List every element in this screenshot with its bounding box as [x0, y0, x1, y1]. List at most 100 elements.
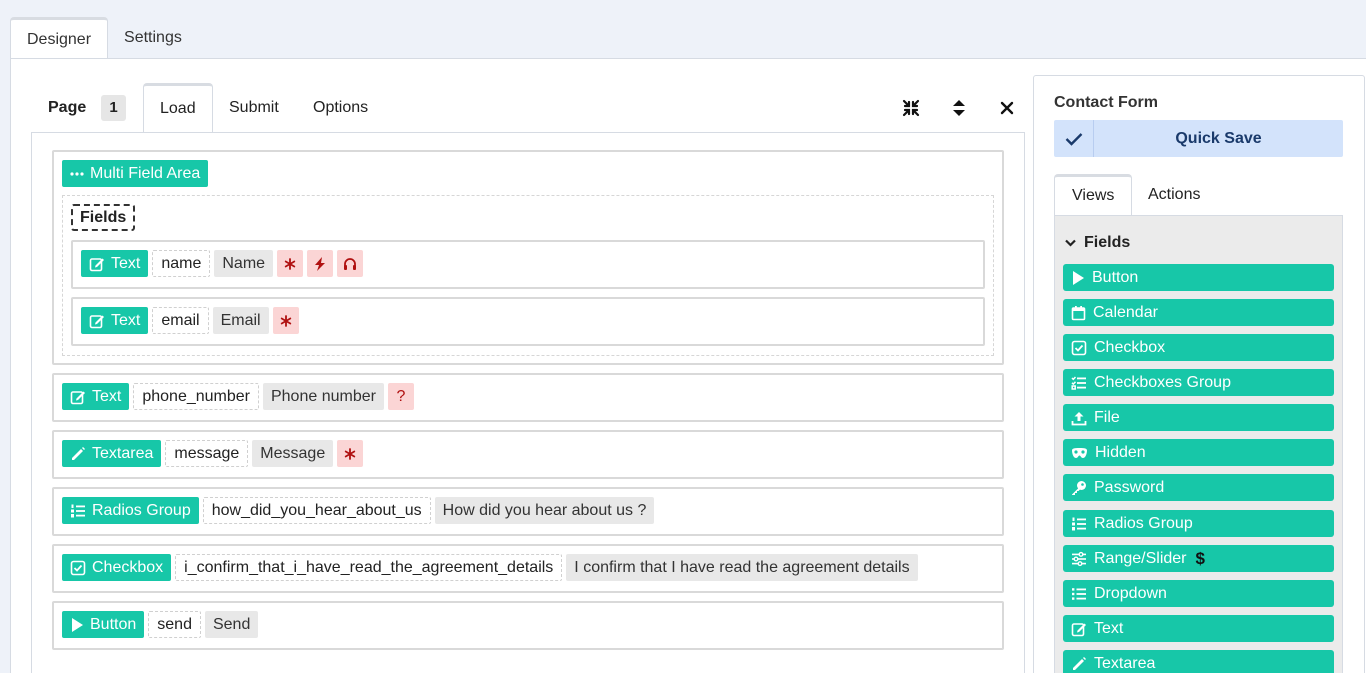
field-label[interactable]: I confirm that I have read the agreement… [566, 554, 918, 581]
page-number[interactable]: 1 [101, 95, 126, 121]
field-label[interactable]: Message [252, 440, 334, 467]
edit-icon [89, 314, 104, 328]
upload-icon [1071, 411, 1087, 425]
field-label[interactable]: Send [204, 611, 259, 638]
asterisk-icon [284, 257, 296, 270]
palette-item-range-slider[interactable]: Range/Slider $ [1063, 545, 1334, 572]
multi-field-area[interactable]: Multi Field Area Fields Text name Name T… [52, 150, 1004, 365]
field-name[interactable]: message [165, 440, 249, 467]
field-row-send[interactable]: Button send Send [52, 601, 1004, 650]
field-type-tag[interactable]: Button [62, 611, 145, 638]
field-label[interactable]: Email [212, 307, 269, 334]
palette-item-dropdown[interactable]: Dropdown [1063, 580, 1334, 607]
main-area: Page 1 Load Submit Options Multi Field A… [10, 58, 1366, 673]
calendar-icon [1071, 305, 1086, 320]
sort-icon[interactable] [948, 97, 970, 119]
field-type-tag[interactable]: Text [62, 383, 130, 410]
list-icon [1072, 587, 1086, 600]
field-row-confirm-agreement[interactable]: Checkbox i_confirm_that_i_have_read_the_… [52, 544, 1004, 593]
multi-field-area-label: Multi Field Area [90, 164, 201, 182]
field-type-label: Radios Group [92, 501, 191, 519]
field-name[interactable]: i_confirm_that_i_have_read_the_agreement… [175, 554, 563, 581]
field-type-tag[interactable]: Text [81, 307, 149, 334]
field-name[interactable]: email [152, 307, 209, 334]
required-badge[interactable] [337, 440, 364, 467]
field-type-label: Text [111, 254, 141, 272]
ellipsis-icon [70, 171, 84, 176]
field-name[interactable]: name [152, 250, 211, 277]
required-badge[interactable] [277, 250, 304, 277]
field-type-tag[interactable]: Textarea [62, 440, 162, 467]
multi-field-area-tag[interactable]: Multi Field Area [62, 160, 209, 187]
check-icon [1054, 120, 1094, 157]
tab-designer[interactable]: Designer [10, 17, 109, 59]
palette-item-label: Hidden [1095, 443, 1146, 461]
pencil-icon [1073, 656, 1086, 670]
palette-item-button[interactable]: Button [1063, 264, 1334, 291]
field-label[interactable]: Phone number [262, 383, 384, 410]
field-name[interactable]: phone_number [133, 383, 259, 410]
compress-icon[interactable] [900, 97, 922, 119]
field-name[interactable]: how_did_you_hear_about_us [202, 497, 431, 524]
tab-load[interactable]: Load [143, 83, 213, 133]
quick-save-label: Quick Save [1175, 129, 1262, 147]
check-square-icon [1071, 340, 1087, 355]
palette-item-label: File [1094, 408, 1120, 426]
required-badge[interactable] [272, 307, 299, 334]
palette-item-file[interactable]: File [1063, 404, 1334, 431]
field-type-label: Checkbox [92, 558, 164, 576]
field-row-message[interactable]: Textarea message Message [52, 430, 1004, 479]
palette-item-hidden[interactable]: Hidden [1063, 439, 1334, 466]
right-panel: Contact Form Quick Save Views Actions Fi… [1033, 75, 1365, 673]
field-row-name[interactable]: Text name Name [71, 240, 985, 289]
page-label: Page [48, 99, 87, 116]
field-name[interactable]: send [148, 611, 201, 638]
tab-options[interactable]: Options [297, 83, 384, 133]
field-label[interactable]: Name [214, 250, 274, 277]
field-type-label: Textarea [92, 444, 154, 462]
fields-heading-label: Fields [1084, 234, 1131, 251]
multi-fields-area: Fields Text name Name Text email Email [62, 195, 994, 356]
question-badge[interactable]: ? [387, 383, 414, 410]
edit-icon [70, 390, 85, 404]
fields-chip[interactable]: Fields [71, 204, 136, 231]
field-type-tag[interactable]: Radios Group [62, 497, 199, 524]
palette-item-label: Text [1094, 619, 1124, 637]
key-icon [1072, 480, 1086, 495]
tab-settings[interactable]: Settings [108, 17, 198, 59]
palette-item-textarea[interactable]: Textarea [1063, 650, 1334, 673]
tab-submit[interactable]: Submit [213, 83, 295, 133]
palette-item-label: Password [1094, 478, 1165, 496]
tab-actions[interactable]: Actions [1131, 174, 1217, 216]
tab-views[interactable]: Views [1054, 174, 1133, 216]
close-icon[interactable] [996, 97, 1018, 119]
field-row-email[interactable]: Text email Email [71, 297, 985, 346]
field-type-tag[interactable]: Text [81, 250, 149, 277]
palette-item-calendar[interactable]: Calendar [1063, 299, 1334, 326]
check-square-icon [70, 560, 86, 575]
palette-item-label: Textarea [1094, 654, 1156, 672]
play-icon [1073, 270, 1084, 285]
fields-heading[interactable]: Fields [1065, 234, 1130, 252]
palette-item-checkboxes-group[interactable]: Checkboxes Group [1063, 369, 1334, 396]
sliders-icon [1072, 551, 1086, 566]
field-type-label: Button [90, 615, 137, 633]
field-row-phone-number[interactable]: Text phone_number Phone number ? [52, 373, 1004, 422]
form-title: Contact Form [1054, 94, 1158, 111]
quick-save-button[interactable]: Quick Save [1054, 120, 1343, 157]
form-canvas: Multi Field Area Fields Text name Name T… [31, 132, 1025, 673]
palette-item-password[interactable]: Password [1063, 474, 1334, 501]
edit-icon [89, 257, 104, 271]
palette-item-checkbox[interactable]: Checkbox [1063, 334, 1334, 361]
field-type-label: Text [111, 311, 141, 329]
headset-badge[interactable] [337, 250, 364, 277]
palette-item-radios-group[interactable]: Radios Group [1063, 510, 1334, 537]
field-label[interactable]: How did you hear about us ? [434, 497, 655, 524]
tasks-icon [1071, 375, 1086, 390]
bolt-badge[interactable] [307, 250, 334, 277]
palette-item-text[interactable]: Text [1063, 615, 1334, 642]
pencil-icon [72, 446, 85, 460]
field-type-tag[interactable]: Checkbox [62, 554, 172, 581]
palette-item-label: Radios Group [1094, 514, 1193, 532]
field-row-how-did-you-hear[interactable]: Radios Group how_did_you_hear_about_us H… [52, 487, 1004, 536]
